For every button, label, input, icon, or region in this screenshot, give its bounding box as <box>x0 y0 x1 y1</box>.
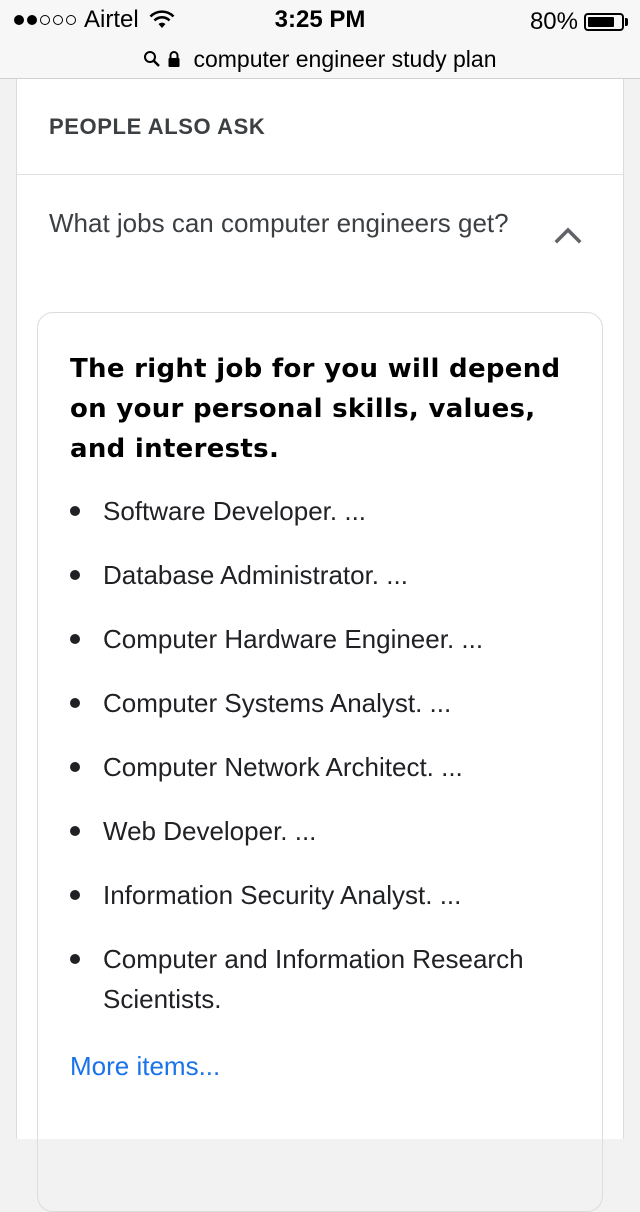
job-list: Software Developer. ... Database Adminis… <box>70 491 572 1019</box>
status-bar: Airtel 3:25 PM 80% <box>0 0 640 40</box>
battery-percent: 80% <box>529 8 578 35</box>
address-bar[interactable]: computer engineer study plan <box>0 40 640 79</box>
list-item: Computer Network Architect. ... <box>70 747 572 787</box>
bullet-icon <box>70 890 80 900</box>
list-item: Web Developer. ... <box>70 811 572 851</box>
bullet-icon <box>70 826 80 836</box>
people-also-ask-card: PEOPLE ALSO ASK What jobs can computer e… <box>16 79 624 1212</box>
more-items-link[interactable]: More items... <box>70 1051 220 1082</box>
bullet-icon <box>70 762 80 772</box>
bullet-icon <box>70 698 80 708</box>
list-item: Computer and Information Research Scient… <box>70 939 572 1019</box>
battery-icon <box>584 13 624 31</box>
chevron-up-icon[interactable] <box>553 225 583 245</box>
question-text: What jobs can computer engineers get? <box>49 208 509 238</box>
list-item: Computer Hardware Engineer. ... <box>70 619 572 659</box>
search-icon <box>144 51 161 67</box>
url-text: computer engineer study plan <box>193 45 497 72</box>
list-item: Software Developer. ... <box>70 491 572 531</box>
list-item: Computer Systems Analyst. ... <box>70 683 572 723</box>
answer-headline: The right job for you will depend on you… <box>70 354 561 464</box>
list-item: Information Security Analyst. ... <box>70 875 572 915</box>
people-also-ask-heading: PEOPLE ALSO ASK <box>17 79 623 175</box>
bullet-icon <box>70 954 80 964</box>
question-toggle[interactable]: What jobs can computer engineers get? <box>17 175 623 313</box>
bullet-icon <box>70 506 80 516</box>
lock-icon <box>168 51 180 67</box>
bullet-icon <box>70 634 80 644</box>
answer-box: The right job for you will depend on you… <box>37 312 603 1212</box>
bullet-icon <box>70 570 80 580</box>
battery-status: 80% <box>530 8 628 36</box>
list-item: Database Administrator. ... <box>70 555 572 595</box>
